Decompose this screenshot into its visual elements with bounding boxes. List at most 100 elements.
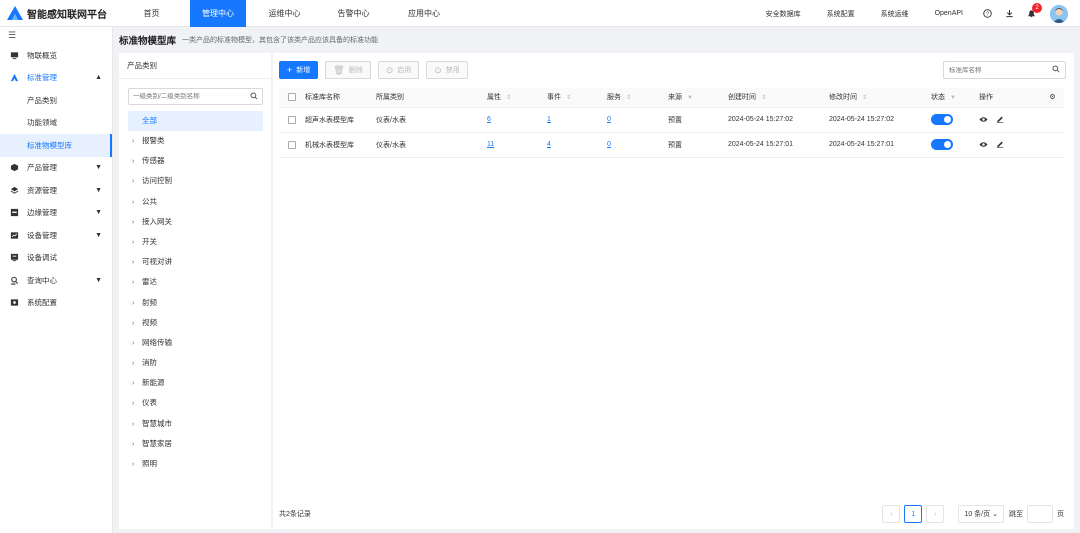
chevron-right-icon[interactable]: › [132, 314, 142, 334]
category-item[interactable]: › 报警类 [119, 131, 271, 151]
sidebar-subitem-function-domain[interactable]: 功能领域 [0, 112, 112, 135]
sort-icon[interactable]: ⇕ [862, 95, 867, 101]
events-count-link[interactable]: 1 [547, 116, 551, 123]
sort-icon[interactable]: ⇕ [566, 95, 571, 101]
chevron-right-icon[interactable]: › [132, 415, 142, 435]
add-button[interactable]: + 新增 [279, 61, 319, 79]
col-services[interactable]: 服务 ⇕ [607, 88, 668, 108]
sidebar-item-query-center[interactable]: 查询中心 ▼ [0, 269, 112, 292]
download-icon[interactable] [1004, 9, 1014, 19]
services-count-link[interactable]: 0 [607, 116, 611, 123]
chevron-right-icon[interactable]: › [132, 334, 142, 354]
status-toggle[interactable] [931, 114, 953, 125]
nav-app-center[interactable]: 应用中心 [384, 0, 464, 27]
chevron-right-icon[interactable]: › [132, 172, 142, 192]
chevron-right-icon[interactable]: › [132, 193, 142, 213]
edit-icon[interactable] [996, 140, 1004, 150]
search-icon[interactable] [250, 91, 258, 102]
gear-icon[interactable]: ⚙ [1049, 94, 1055, 101]
avatar[interactable] [1050, 4, 1068, 23]
row-checkbox[interactable] [288, 115, 296, 124]
sidebar-item-resource-mgmt[interactable]: 资源管理 ▼ [0, 179, 112, 202]
link-system-config[interactable]: 系统配置 [827, 9, 855, 19]
nav-management-center[interactable]: 管理中心 [190, 0, 246, 27]
filter-icon[interactable]: ▼ [950, 95, 956, 101]
sort-icon[interactable]: ⇕ [506, 95, 511, 101]
category-item[interactable]: › 访问控制 [119, 171, 271, 191]
nav-ops-center[interactable]: 运维中心 [246, 0, 323, 27]
col-props[interactable]: 属性 ⇕ [487, 88, 547, 108]
category-item[interactable]: › 网络传输 [119, 333, 271, 353]
status-toggle[interactable] [931, 139, 953, 150]
nav-home[interactable]: 首页 [113, 0, 190, 27]
chevron-right-icon[interactable]: › [132, 294, 142, 314]
category-item[interactable]: › 开关 [119, 232, 271, 252]
category-item[interactable]: › 雷达 [119, 272, 271, 292]
col-source[interactable]: 来源 ▼ [668, 88, 728, 108]
category-item[interactable]: › 接入网关 [119, 212, 271, 232]
chevron-right-icon[interactable]: › [132, 233, 142, 253]
chevron-right-icon[interactable]: › [132, 394, 142, 414]
category-item[interactable]: › 智慧城市 [119, 414, 271, 434]
category-item[interactable]: › 公共 [119, 192, 271, 212]
sort-icon[interactable]: ⇕ [761, 95, 766, 101]
events-count-link[interactable]: 4 [547, 141, 551, 148]
filter-icon[interactable]: ▼ [687, 95, 693, 101]
page-number-button[interactable]: 1 [904, 505, 923, 523]
edit-icon[interactable] [996, 115, 1004, 125]
help-icon[interactable]: ? [982, 9, 992, 19]
category-item[interactable]: › 视频 [119, 313, 271, 333]
select-all-checkbox[interactable] [288, 93, 296, 102]
view-icon[interactable] [979, 141, 988, 150]
col-status[interactable]: 状态 ▼ [931, 88, 979, 108]
page-size-select[interactable]: 10 条/页 ⌄ [958, 505, 1004, 523]
logo[interactable]: 智能感知联网平台 [0, 0, 113, 27]
sidebar-item-device-debug[interactable]: 设备调试 [0, 247, 112, 270]
table-row[interactable]: 超声水表模型库 仪表/水表 6 1 0 预置 2024-05-24 15:27:02 2024… [279, 107, 1064, 133]
row-checkbox[interactable] [288, 140, 296, 149]
category-item[interactable]: › 传感器 [119, 151, 271, 171]
sidebar-item-edge-mgmt[interactable]: 边缘管理 ▼ [0, 202, 112, 225]
chevron-right-icon[interactable]: › [132, 132, 142, 152]
category-item[interactable]: › 射频 [119, 293, 271, 313]
link-security-db[interactable]: 安全数据库 [766, 9, 801, 19]
col-created[interactable]: 创建时间 ⇕ [728, 88, 829, 108]
sidebar-subitem-standard-model-lib[interactable]: 标准物模型库 [0, 134, 112, 157]
chevron-right-icon[interactable]: › [132, 273, 142, 293]
category-all[interactable]: 全部 [128, 111, 263, 131]
category-item[interactable]: › 消防 [119, 353, 271, 373]
disable-button[interactable]: ⊙ 禁用 [426, 61, 468, 79]
category-item[interactable]: › 照明 [119, 454, 271, 474]
link-openapi[interactable]: OpenAPI [935, 10, 963, 17]
delete-button[interactable]: 🗑 删除 [325, 61, 371, 79]
sidebar-item-system-config[interactable]: 系统配置 [0, 292, 112, 315]
library-search-input[interactable] [949, 66, 1052, 74]
category-item[interactable]: › 可视对讲 [119, 252, 271, 272]
chevron-right-icon[interactable]: › [132, 354, 142, 374]
jump-page-input[interactable] [1027, 505, 1053, 523]
search-icon[interactable] [1052, 65, 1060, 75]
services-count-link[interactable]: 0 [607, 141, 611, 148]
sort-icon[interactable]: ⇕ [626, 95, 631, 101]
props-count-link[interactable]: 6 [487, 116, 491, 123]
sidebar-item-overview[interactable]: 物联概览 [0, 44, 112, 67]
sidebar-item-device-mgmt[interactable]: 设备管理 ▼ [0, 224, 112, 247]
chevron-right-icon[interactable]: › [132, 213, 142, 233]
prev-page-button[interactable]: ‹ [882, 505, 901, 523]
menu-collapse-icon[interactable]: ☰ [0, 27, 112, 44]
next-page-button[interactable]: › [926, 505, 945, 523]
col-events[interactable]: 事件 ⇕ [547, 88, 607, 108]
link-system-ops[interactable]: 系统运维 [881, 9, 909, 19]
category-item[interactable]: › 智慧家居 [119, 434, 271, 454]
sidebar-item-standard-mgmt[interactable]: 标准管理 ▲ [0, 67, 112, 90]
sidebar-item-product-mgmt[interactable]: 产品管理 ▼ [0, 157, 112, 180]
col-modified[interactable]: 修改时间 ⇕ [829, 88, 931, 108]
enable-button[interactable]: ⊙ 启用 [377, 61, 420, 79]
view-icon[interactable] [979, 116, 988, 125]
sidebar-subitem-product-category[interactable]: 产品类别 [0, 89, 112, 112]
nav-alarm-center[interactable]: 告警中心 [323, 0, 384, 27]
chevron-right-icon[interactable]: › [132, 253, 142, 273]
table-row[interactable]: 机械水表模型库 仪表/水表 11 4 0 预置 2024-05-24 15:27:01 202… [279, 132, 1064, 158]
chevron-right-icon[interactable]: › [132, 435, 142, 455]
category-item[interactable]: › 仪表 [119, 393, 271, 413]
